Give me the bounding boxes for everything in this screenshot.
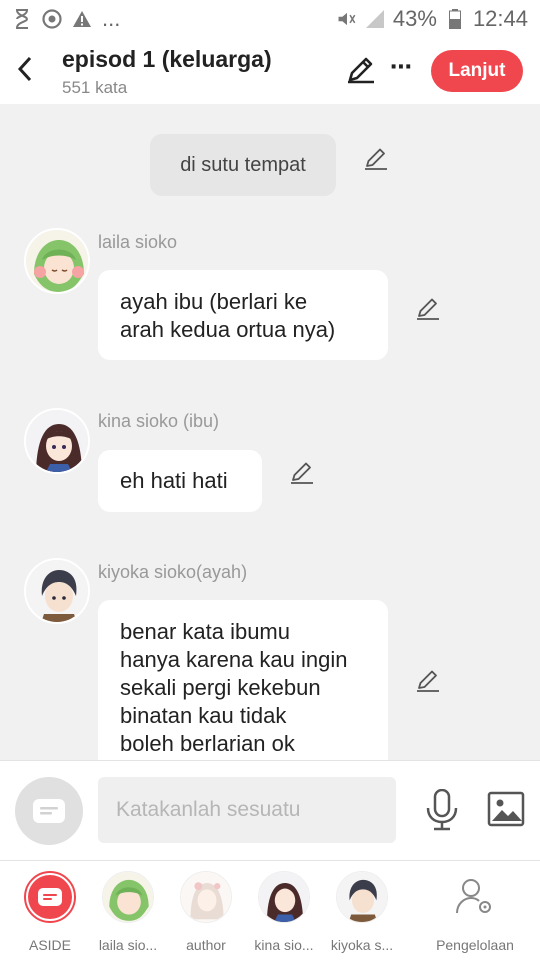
hourglass-icon	[12, 9, 32, 29]
edit-title-button[interactable]	[346, 54, 376, 84]
manage-user-icon	[449, 871, 501, 923]
character-selector: ASIDE laila sio... author kina sio... ki…	[0, 860, 540, 960]
chat-area[interactable]: di sutu tempat laila sioko ayah ibu (ber…	[0, 104, 540, 760]
avatar-laila-sioko[interactable]	[24, 228, 90, 294]
character-label: kina sio...	[254, 937, 314, 953]
mute-icon	[337, 9, 357, 29]
signal-icon	[365, 9, 385, 29]
message-bubble[interactable]: benar kata ibumu hanya karena kau ingin …	[98, 600, 388, 760]
pencil-icon	[291, 462, 313, 484]
character-portrait-image	[26, 560, 88, 622]
character-author[interactable]: author	[166, 871, 246, 953]
message-input[interactable]	[98, 777, 396, 843]
sender-name: kiyoka sioko(ayah)	[98, 562, 248, 582]
edit-narration-button[interactable]	[364, 146, 390, 172]
character-label: laila sio...	[98, 937, 158, 953]
message-line: boleh berlarian ok	[120, 731, 295, 756]
manage-characters-button[interactable]: Pengelolaan	[430, 871, 520, 953]
message-bubble[interactable]: eh hati hati	[98, 450, 262, 512]
sender-name: kina sioko (ibu)	[98, 411, 220, 431]
message-line: arah kedua ortua nya)	[120, 317, 336, 342]
character-laila-sioko[interactable]: laila sio...	[88, 871, 168, 953]
character-portrait-image	[26, 230, 88, 292]
character-label: author	[186, 937, 226, 953]
message-line: ayah ibu (berlari ke	[120, 289, 308, 314]
battery-icon	[445, 9, 465, 29]
edit-message-button[interactable]	[290, 460, 316, 486]
warning-icon	[72, 9, 92, 29]
message-input-bar	[0, 760, 540, 860]
avatar-kina-sioko[interactable]	[24, 408, 90, 474]
aside-avatar	[24, 871, 76, 923]
image-icon	[487, 791, 525, 827]
sender-name: laila sioko	[98, 232, 178, 252]
microphone-icon	[426, 788, 458, 831]
avatar	[102, 871, 154, 923]
character-portrait-image	[26, 410, 88, 472]
character-kiyoka-sioko[interactable]: kiyoka s...	[322, 871, 402, 953]
message-line: hanya karena kau ingin	[120, 647, 348, 672]
app-header: episod 1 (keluarga) 551 kata ⋯ Lanjut	[0, 38, 540, 104]
avatar-kiyoka-sioko[interactable]	[24, 558, 90, 624]
message-line: eh hati hati	[120, 468, 228, 493]
avatar	[336, 871, 388, 923]
chrome-icon	[42, 9, 62, 29]
page-title: episod 1 (keluarga)	[62, 46, 272, 72]
avatar	[180, 871, 232, 923]
aside-toggle-button[interactable]	[15, 777, 83, 845]
pencil-icon	[365, 148, 387, 170]
voice-input-button[interactable]	[424, 788, 460, 831]
character-label: kiyoka s...	[330, 937, 394, 953]
character-kina-sioko[interactable]: kina sio...	[244, 871, 324, 953]
status-bar: ... 43% 12:44	[0, 0, 540, 38]
message-line: benar kata ibumu	[120, 619, 290, 644]
status-ellipsis: ...	[102, 6, 121, 31]
avatar	[258, 871, 310, 923]
word-count: 551 kata	[62, 78, 128, 97]
message-bubble[interactable]: ayah ibu (berlari ke arah kedua ortua ny…	[98, 270, 388, 360]
narration-bubble[interactable]: di sutu tempat	[150, 134, 336, 196]
pencil-icon	[348, 57, 374, 84]
more-options-button[interactable]: ⋯	[388, 52, 414, 82]
battery-percent: 43%	[392, 6, 437, 31]
pencil-icon	[417, 298, 439, 320]
pencil-icon	[417, 670, 439, 692]
edit-message-button[interactable]	[416, 668, 442, 694]
character-portrait-image	[181, 872, 231, 922]
clock: 12:44	[472, 6, 528, 31]
next-button[interactable]: Lanjut	[431, 50, 523, 92]
character-portrait-image	[337, 872, 387, 922]
message-line: sekali pergi kekebun	[120, 675, 321, 700]
edit-message-button[interactable]	[416, 296, 442, 322]
chevron-left-icon	[17, 56, 32, 82]
image-upload-button[interactable]	[487, 791, 525, 827]
character-aside[interactable]: ASIDE	[10, 871, 90, 953]
character-label: ASIDE	[28, 937, 71, 953]
back-button[interactable]	[10, 52, 40, 86]
message-line: binatan kau tidak	[120, 703, 287, 728]
character-portrait-image	[103, 872, 153, 922]
chat-bubble-icon	[38, 888, 62, 906]
chat-bubble-icon	[33, 799, 65, 823]
character-portrait-image	[259, 872, 309, 922]
character-label: Pengelolaan	[436, 937, 514, 953]
